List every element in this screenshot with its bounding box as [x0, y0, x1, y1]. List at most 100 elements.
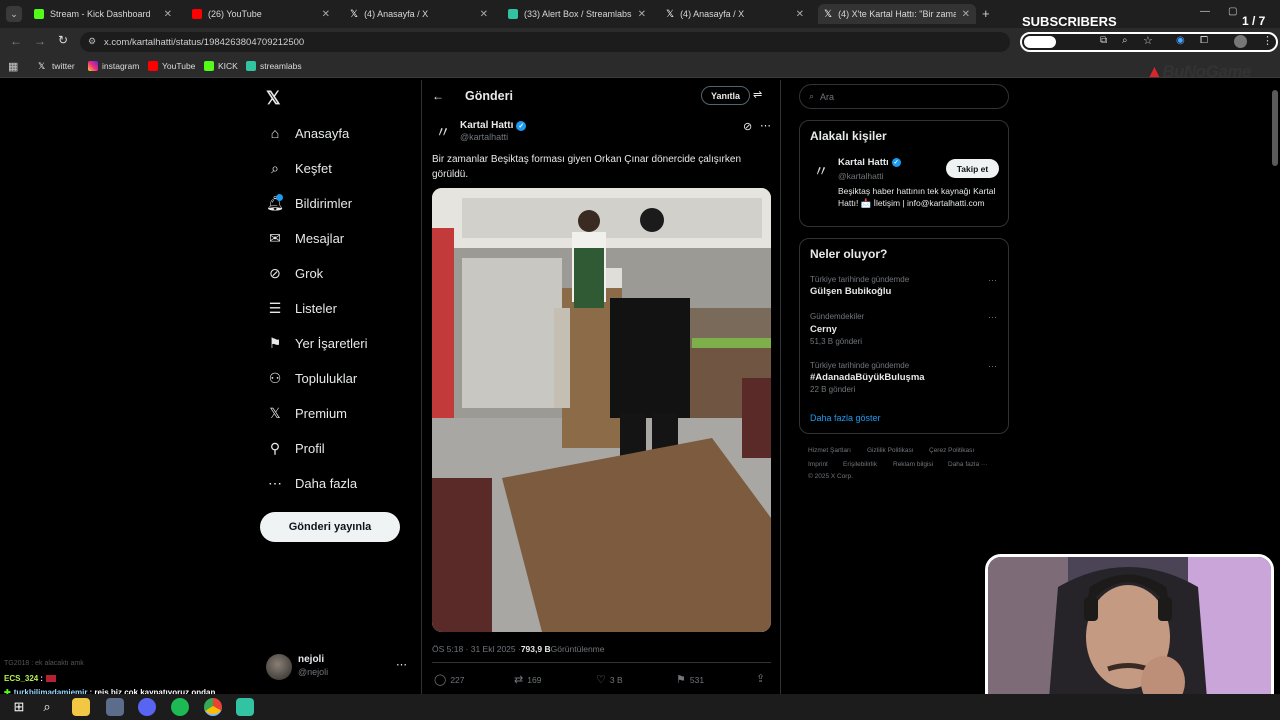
repost-action[interactable]: ⇄ 169 — [514, 673, 541, 686]
author-avatar[interactable]: 〃 — [432, 120, 454, 142]
bookmark-kick[interactable]: KICK — [204, 61, 238, 71]
nav-profile[interactable]: ⚲ Profil — [266, 436, 325, 460]
footer-privacy[interactable]: Gizlilik Politikası — [867, 447, 914, 454]
close-icon[interactable]: ✕ — [480, 9, 488, 20]
trend-item[interactable]: Gündemdekiler Cerny 51,3 B gönderi ⋯ — [800, 308, 1008, 348]
file-explorer-icon[interactable] — [72, 698, 90, 716]
footer-cookies[interactable]: Çerez Politikası — [929, 447, 974, 454]
url-field[interactable]: ⚙ x.com/kartalhatti/status/1984263804709… — [80, 32, 1010, 52]
nav-explore[interactable]: ⌕ Keşfet — [266, 156, 332, 180]
nav-notifications[interactable]: 🔔︎ Bildirimler — [266, 191, 352, 215]
more-icon[interactable]: ⋯ — [396, 658, 407, 671]
footer-accessibility[interactable]: Erişilebilirlik — [843, 461, 877, 468]
tab-kick-dashboard[interactable]: Stream - Kick Dashboard ✕ — [28, 4, 178, 24]
back-icon[interactable]: ← — [10, 34, 22, 48]
search-input[interactable]: ⌕ Ara — [799, 84, 1009, 109]
star-icon[interactable]: ☆ — [1143, 34, 1153, 47]
tab-x-home[interactable]: 𝕏 (4) Anasayfa / X ✕ — [344, 4, 494, 24]
flag-icon — [45, 675, 56, 682]
webcam-overlay — [985, 554, 1274, 714]
windows-start-icon[interactable]: ⊞ — [10, 698, 28, 716]
discord-icon[interactable] — [138, 698, 156, 716]
bookmark-streamlabs[interactable]: streamlabs — [246, 61, 302, 71]
more-icon[interactable]: ⋯ — [988, 361, 997, 372]
bookmark-instagram[interactable]: instagram — [88, 61, 139, 71]
nav-lists[interactable]: ☰ Listeler — [266, 296, 337, 320]
maximize-icon[interactable]: ▢ — [1228, 6, 1237, 17]
reload-icon[interactable]: ↻ — [58, 33, 68, 47]
filter-icon[interactable]: ⇌ — [753, 88, 762, 101]
nav-bookmarks[interactable]: ⚑ Yer İşaretleri — [266, 331, 368, 355]
author-handle[interactable]: @kartalhatti — [460, 132, 508, 142]
tweet-video[interactable] — [432, 188, 771, 632]
puzzle-icon[interactable]: ⧠ — [1200, 35, 1208, 46]
footer-terms[interactable]: Hizmet Şartları — [808, 447, 851, 454]
reply-button[interactable]: Yanıtla — [701, 86, 750, 105]
close-icon[interactable]: ✕ — [164, 9, 172, 20]
forward-icon[interactable]: → — [34, 34, 46, 48]
site-info-icon[interactable]: ⚙ — [88, 36, 96, 47]
trend-item[interactable]: Türkiye tarihinde gündemde Gülşen Bubiko… — [800, 271, 1008, 303]
install-icon[interactable]: ⧉ — [1100, 35, 1107, 46]
search-icon[interactable]: ⌕ — [38, 698, 56, 716]
show-more-link[interactable]: Daha fazla göster — [810, 413, 881, 423]
nav-messages[interactable]: ✉ Mesajlar — [266, 226, 344, 250]
page-title: Gönderi — [465, 89, 513, 103]
nav-label: Grok — [295, 265, 324, 281]
close-icon[interactable]: ✕ — [962, 9, 970, 20]
share-icon[interactable]: ⇪ — [756, 672, 765, 685]
more-icon[interactable]: ⋯ — [988, 312, 997, 323]
author-name-text: Kartal Hattı — [460, 120, 514, 131]
minimize-icon[interactable]: — — [1200, 6, 1210, 17]
page-scrollbar[interactable] — [1272, 90, 1278, 166]
nav-home[interactable]: ⌂ Anasayfa — [266, 121, 349, 145]
spotify-icon[interactable] — [171, 698, 189, 716]
nav-communities[interactable]: ⚇ Topluluklar — [266, 366, 357, 390]
like-action[interactable]: ♡ 3 B — [596, 673, 623, 686]
nav-premium[interactable]: 𝕏 Premium — [266, 401, 347, 425]
follow-button[interactable]: Takip et — [946, 159, 999, 178]
streamlabs-icon[interactable] — [236, 698, 254, 716]
zoom-icon[interactable]: ⌕ — [1122, 35, 1128, 46]
nav-label: Premium — [295, 405, 348, 421]
mail-icon: ✉ — [269, 229, 281, 246]
nav-more[interactable]: ⋯ Daha fazla — [266, 471, 357, 495]
back-arrow-icon[interactable]: ← — [432, 89, 444, 103]
footer-ads-info[interactable]: Reklam bilgisi — [893, 461, 933, 468]
profile-avatar-icon[interactable] — [1234, 35, 1247, 48]
chrome-icon[interactable] — [204, 698, 222, 716]
search-icon: ⌕ — [809, 91, 815, 101]
tab-x-home-2[interactable]: 𝕏 (4) Anasayfa / X ✕ — [660, 4, 810, 24]
extension-icon[interactable]: ◉ — [1176, 35, 1185, 46]
grok-icon[interactable]: ⊘ — [743, 120, 752, 133]
close-icon[interactable]: ✕ — [638, 9, 646, 20]
app-icon[interactable] — [106, 698, 124, 716]
bookmark-twitter[interactable]: 𝕏 twitter — [38, 61, 75, 71]
more-icon[interactable]: ⋯ — [988, 275, 997, 286]
menu-icon[interactable]: ⋮ — [1262, 34, 1273, 47]
close-icon[interactable]: ✕ — [796, 9, 804, 20]
tab-search-button[interactable]: ⌄ — [6, 6, 22, 22]
tab-x-tweet[interactable]: 𝕏 (4) X'te Kartal Hattı: "Bir zaman ✕ — [818, 4, 976, 24]
related-avatar[interactable]: 〃 — [810, 159, 832, 181]
reply-action[interactable]: ◯ 227 — [434, 673, 465, 686]
trend-item[interactable]: Türkiye tarihinde gündemde #AdanadaBüyük… — [800, 357, 1008, 397]
close-icon[interactable]: ✕ — [322, 9, 330, 20]
like-count: 3 B — [609, 674, 623, 685]
post-button[interactable]: Gönderi yayınla — [260, 512, 400, 542]
account-switcher[interactable]: nejoli @nejoli ⋯ — [264, 652, 414, 684]
author-name[interactable]: Kartal Hattı ✓ — [460, 120, 527, 131]
apps-grid-icon[interactable]: ▦ — [8, 60, 18, 73]
tab-streamlabs[interactable]: (33) Alert Box / Streamlabs ✕ — [502, 4, 652, 24]
footer-imprint[interactable]: Imprint — [808, 461, 828, 468]
tab-youtube[interactable]: (26) YouTube ✕ — [186, 4, 336, 24]
verified-badge-icon: ✓ — [516, 120, 527, 131]
x-logo-icon[interactable]: 𝕏 — [266, 88, 281, 109]
bookmark-youtube[interactable]: YouTube — [148, 61, 195, 71]
related-name[interactable]: Kartal Hattı ✓ — [838, 157, 901, 168]
footer-more[interactable]: Daha fazla ··· — [948, 461, 987, 468]
nav-grok[interactable]: ⊘ Grok — [266, 261, 323, 285]
new-tab-button[interactable]: + — [982, 6, 990, 21]
bookmark-action[interactable]: ⚑ 531 — [676, 673, 704, 686]
more-icon[interactable]: ⋯ — [760, 119, 771, 132]
